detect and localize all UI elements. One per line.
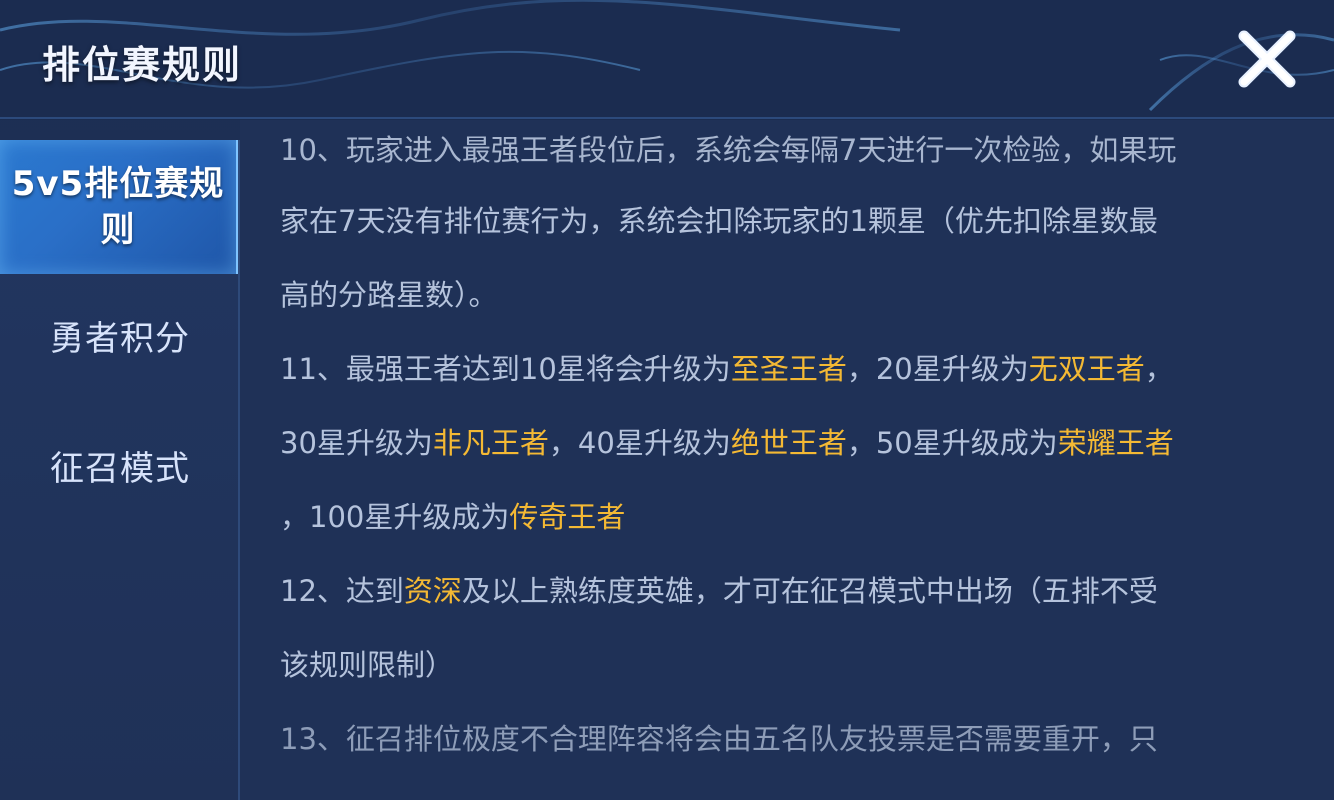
- sidebar-item-brave-points[interactable]: 勇者积分: [0, 274, 240, 404]
- rule-line: 家在7天没有排位赛行为，系统会扣除玩家的1颗星（优先扣除星数最: [280, 184, 1290, 258]
- rules-text: 10、玩家进入最强王者段位后，系统会每隔7天进行一次检验，如果玩 家在7天没有排位…: [280, 120, 1290, 776]
- highlighted-term: 非凡王者: [432, 426, 549, 460]
- sidebar-item-label: 勇者积分: [50, 319, 190, 359]
- rule-text: ，100星升级成为: [280, 500, 510, 534]
- rule-text: 11、最强王者达到10星将会升级为: [280, 352, 731, 386]
- rule-text: 家在7天没有排位赛行为，系统会扣除玩家的1颗星（优先扣除星数最: [280, 204, 1158, 238]
- rule-line: 高的分路星数）。: [280, 258, 1290, 332]
- rule-line: 30星升级为非凡王者，40星升级为绝世王者，50星升级成为荣耀王者: [280, 406, 1290, 480]
- rule-text: ，40星升级为: [548, 426, 731, 460]
- sidebar-item-label: 则: [100, 210, 136, 250]
- rule-line: 该规则限制）: [280, 628, 1290, 702]
- highlighted-term: 无双王者: [1028, 352, 1145, 386]
- sidebar-item-5v5-rules[interactable]: 5v5排位赛规 则: [0, 140, 240, 274]
- rules-content[interactable]: 10、玩家进入最强王者段位后，系统会每隔7天进行一次检验，如果玩 家在7天没有排位…: [240, 120, 1334, 800]
- page-title: 排位赛规则: [42, 43, 243, 87]
- sidebar: 5v5排位赛规 则 勇者积分 征召模式: [0, 140, 240, 800]
- rule-line: 12、达到资深及以上熟练度英雄，才可在征召模式中出场（五排不受: [280, 554, 1290, 628]
- rules-dialog: 排位赛规则 5v5排位赛规 则 勇者积分 征召模式 10、玩家进入最强王者段位后…: [0, 0, 1334, 800]
- close-icon: [1238, 30, 1296, 88]
- highlighted-term: 荣耀王者: [1057, 426, 1174, 460]
- rule-line: 10、玩家进入最强王者段位后，系统会每隔7天进行一次检验，如果玩: [280, 120, 1290, 184]
- close-button[interactable]: [1232, 24, 1302, 94]
- highlighted-term: 资深: [403, 574, 462, 608]
- sidebar-item-label: 征召模式: [50, 449, 190, 489]
- rule-text: ，20星升级为: [846, 352, 1029, 386]
- highlighted-term: 绝世王者: [730, 426, 847, 460]
- rule-line: 11、最强王者达到10星将会升级为至圣王者，20星升级为无双王者，: [280, 332, 1290, 406]
- rule-text: 该规则限制）: [280, 648, 455, 682]
- rule-line: 13、征召排位极度不合理阵容将会由五名队友投票是否需要重开，只: [280, 702, 1290, 776]
- sidebar-item-draft-mode[interactable]: 征召模式: [0, 404, 240, 534]
- rule-text: 12、达到: [280, 574, 404, 608]
- sidebar-item-label: 5v5排位赛规: [11, 164, 225, 204]
- rule-line: ，100星升级成为传奇王者: [280, 480, 1290, 554]
- rule-text: 高的分路星数）。: [280, 278, 498, 312]
- rule-text: 30星升级为: [280, 426, 433, 460]
- rule-text: ，: [1144, 352, 1174, 386]
- rule-text: 及以上熟练度英雄，才可在征召模式中出场（五排不受: [461, 574, 1158, 608]
- highlighted-term: 至圣王者: [730, 352, 847, 386]
- highlighted-term: 传奇王者: [509, 500, 626, 534]
- rule-text: ，50星升级成为: [846, 426, 1058, 460]
- rule-text: 13、征召排位极度不合理阵容将会由五名队友投票是否需要重开，只: [280, 722, 1158, 756]
- rule-text: 10、玩家进入最强王者段位后，系统会每隔7天进行一次检验，如果玩: [280, 133, 1177, 167]
